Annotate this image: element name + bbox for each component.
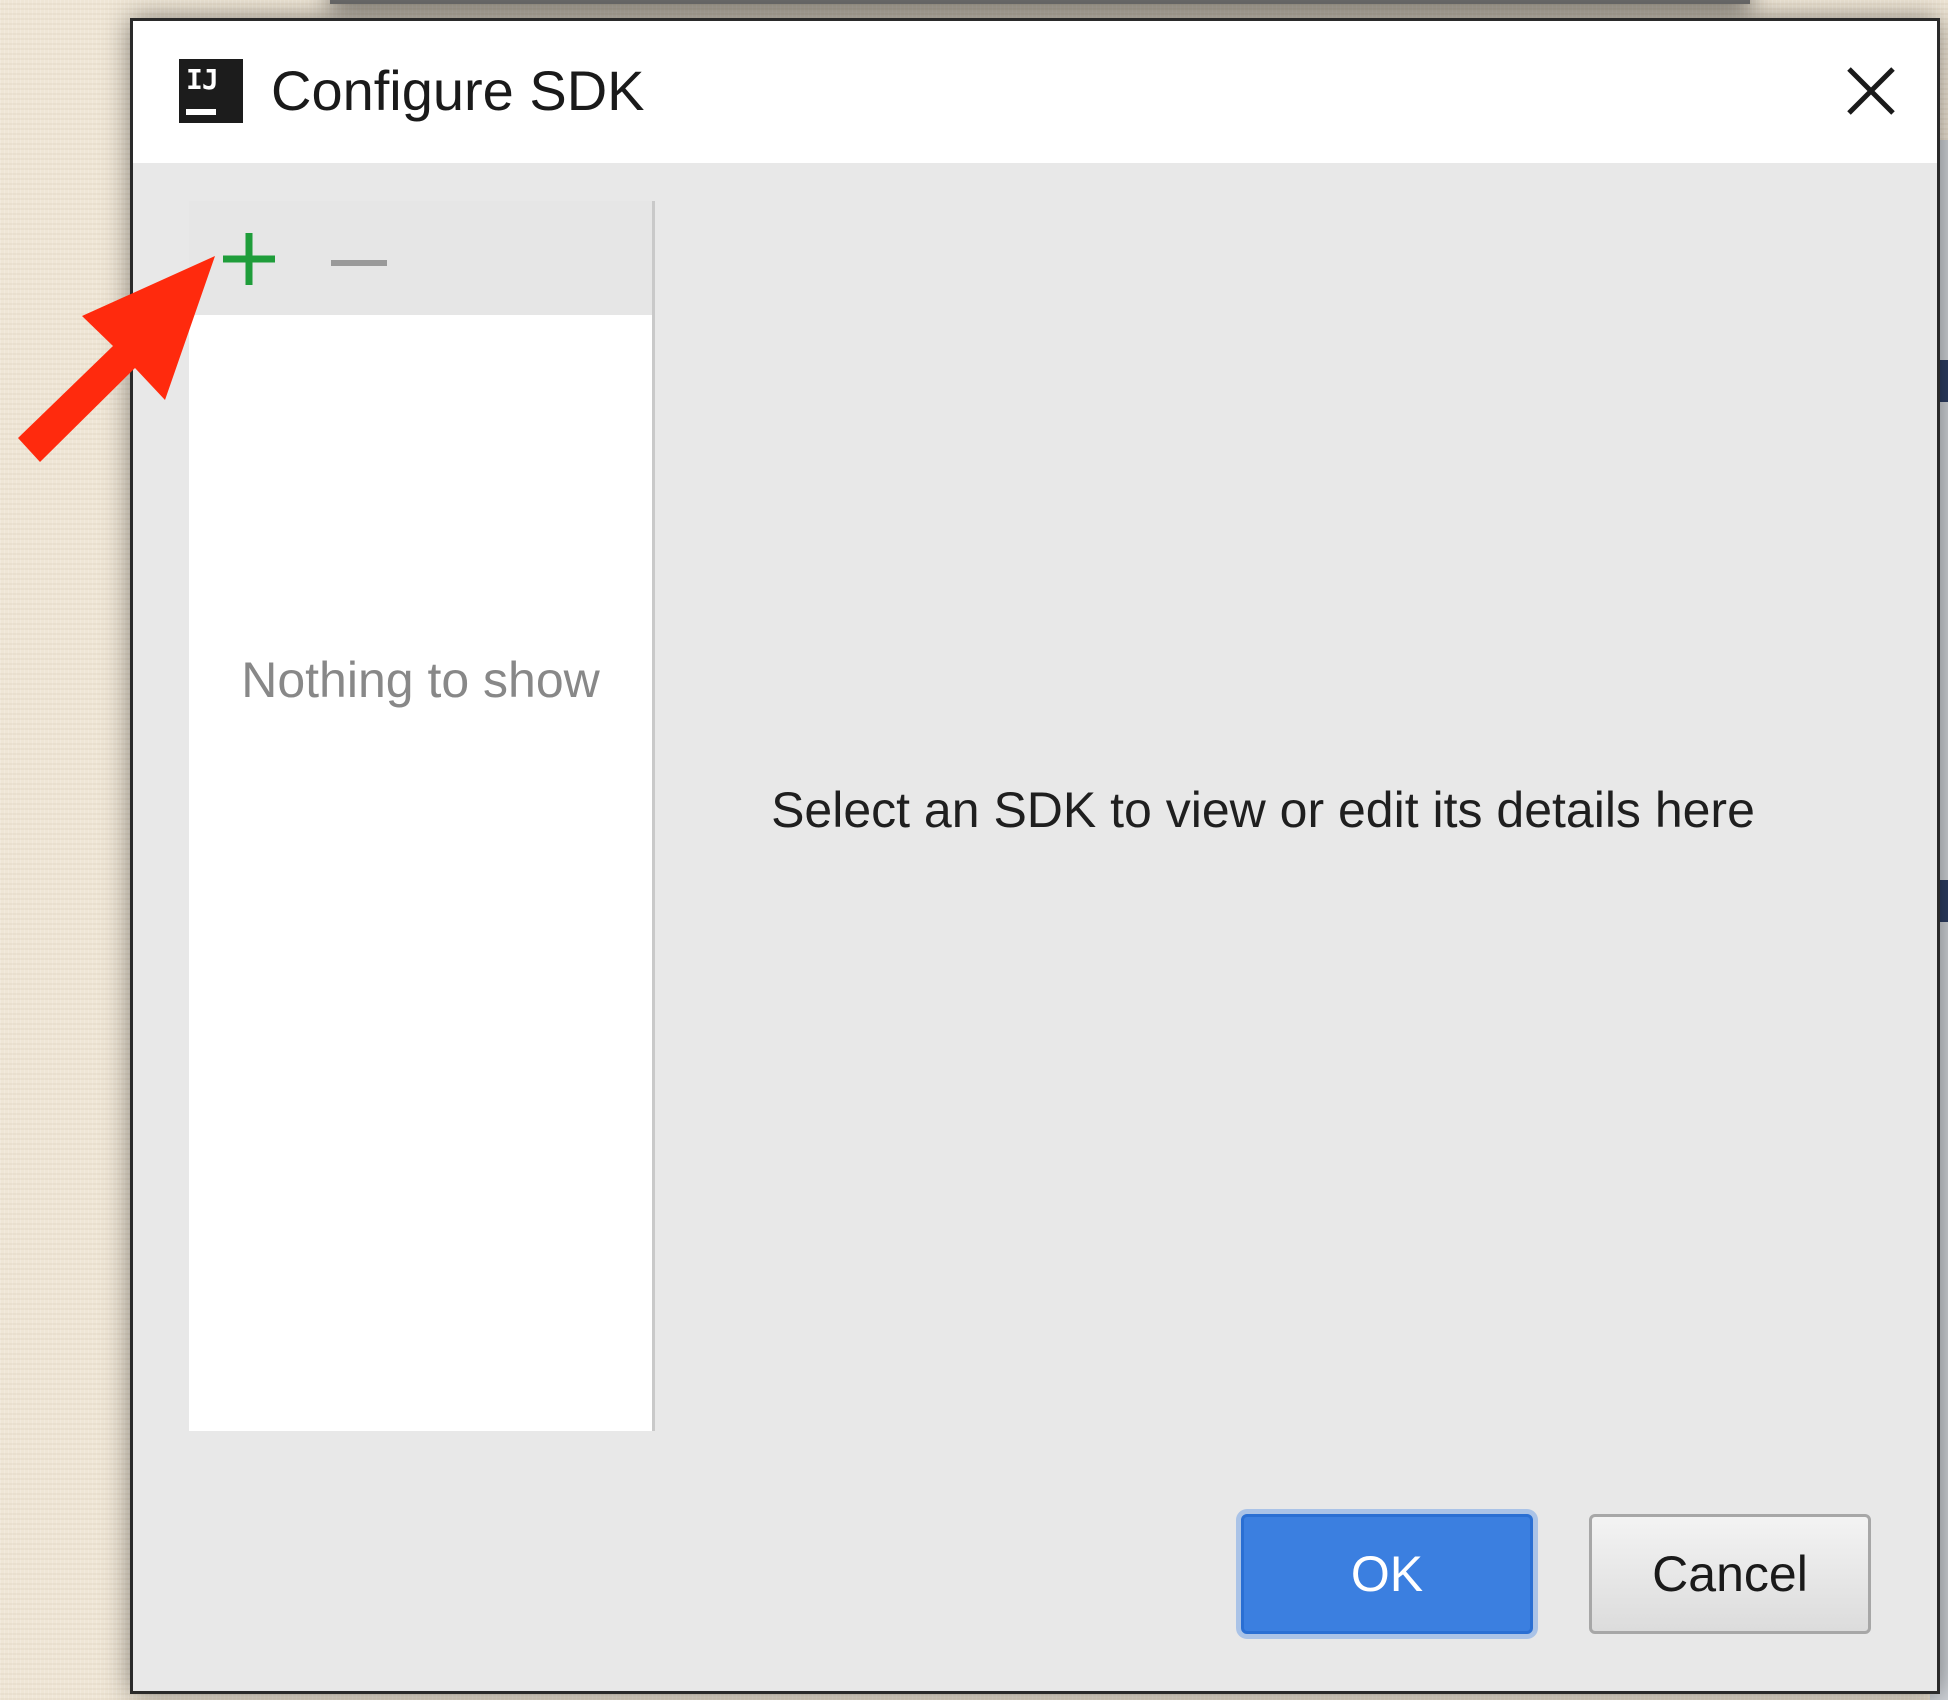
- app-icon-underline: [186, 109, 216, 115]
- configure-sdk-dialog: IJ Configure SDK Nothing to show Select …: [130, 18, 1940, 1694]
- dialog-title: Configure SDK: [271, 59, 645, 122]
- remove-icon: [331, 260, 387, 266]
- background-window-edge: [330, 0, 1750, 4]
- background-window-mark: [1940, 880, 1948, 922]
- ok-button[interactable]: OK: [1241, 1514, 1533, 1634]
- sdk-list-empty-text: Nothing to show: [241, 652, 600, 708]
- sdk-details-placeholder: Select an SDK to view or edit its detail…: [771, 782, 1755, 838]
- sdk-list-toolbar: [189, 201, 652, 315]
- app-icon-label: IJ: [186, 63, 219, 96]
- sdk-list-panel: Nothing to show: [189, 201, 655, 1431]
- remove-sdk-button[interactable]: [329, 229, 389, 289]
- close-icon: [1847, 67, 1895, 115]
- app-icon: IJ: [179, 59, 243, 123]
- dialog-title-bar: IJ Configure SDK: [133, 21, 1937, 163]
- annotation-arrow-icon: [18, 256, 215, 462]
- background-window-mark: [1940, 360, 1948, 402]
- close-button[interactable]: [1841, 61, 1901, 121]
- cancel-button[interactable]: Cancel: [1589, 1514, 1871, 1634]
